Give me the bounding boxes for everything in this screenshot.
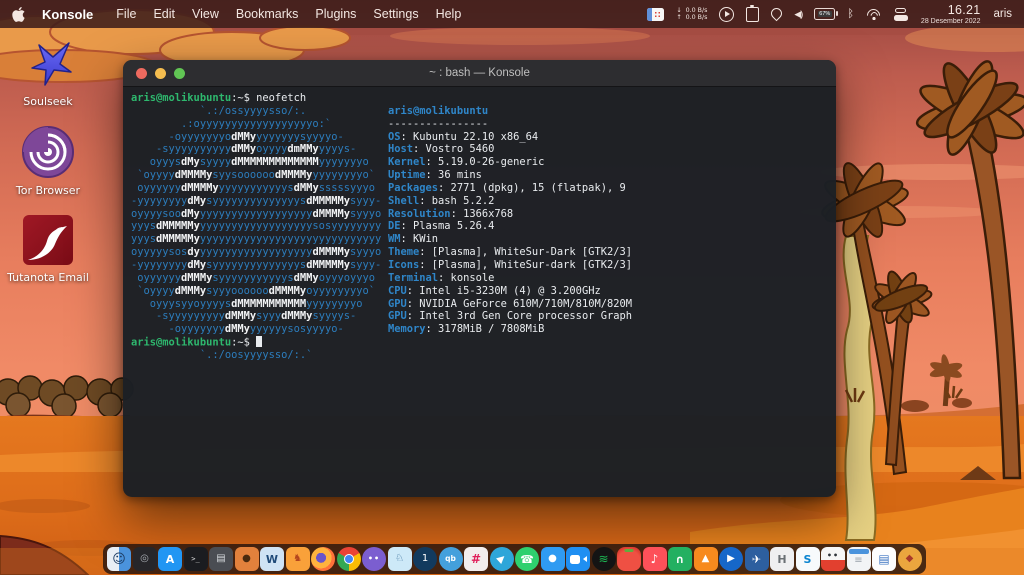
desktop-icons: Soulseek Tor Browser Tutanota Email — [6, 36, 90, 284]
menu-edit[interactable]: Edit — [153, 7, 175, 21]
neofetch-info: aris@molikubuntu----------------OS: Kubu… — [388, 105, 632, 336]
clipboard-icon[interactable] — [746, 7, 759, 22]
dock-terminal-app[interactable]: >_ — [184, 547, 208, 571]
dock-chrome[interactable] — [337, 547, 361, 571]
dock: ☺◎A>_▤●W♞••♘1qb#▶☎●≋♪∩▲▶✈HS••≡▤◆ — [103, 544, 926, 574]
dock-waterfox[interactable]: ♘ — [388, 547, 412, 571]
desktop-icon-tutanota[interactable]: Tutanota Email — [7, 214, 89, 284]
dock-otter-browser[interactable]: ● — [235, 547, 259, 571]
dock-disk-utility[interactable]: ▤ — [209, 547, 233, 571]
system-tray: ↓ 0.0 B/s↑ 0.0 B/s ◀) 67% ᛒ — [647, 7, 908, 22]
dock-handbrake[interactable]: H — [770, 547, 794, 571]
desktop-icon-label: Tor Browser — [16, 184, 80, 197]
dock-spotify[interactable]: ≋ — [592, 547, 616, 571]
app-name[interactable]: Konsole — [42, 7, 93, 22]
window-title: ~ : bash — Konsole — [429, 67, 530, 79]
dock-whatsapp[interactable]: ☎ — [515, 547, 539, 571]
menu-file[interactable]: File — [116, 7, 136, 21]
net-speed-icon[interactable]: ↓ 0.0 B/s↑ 0.0 B/s — [676, 7, 707, 22]
dock-skype[interactable]: S — [796, 547, 820, 571]
bluetooth-icon[interactable]: ᛒ — [847, 9, 854, 20]
dock-video-player[interactable]: ▶ — [719, 547, 743, 571]
dock-firefox[interactable] — [311, 547, 335, 571]
location-icon[interactable] — [769, 5, 785, 21]
menu-help[interactable]: Help — [436, 7, 462, 21]
dock-qbittorrent[interactable]: qb — [439, 547, 463, 571]
dock-brave[interactable]: ♞ — [286, 547, 310, 571]
desktop-icon-label: Soulseek — [23, 95, 72, 108]
dock-darktable[interactable]: ◎ — [133, 547, 157, 571]
terminal-cursor — [256, 336, 262, 347]
wifi-icon[interactable] — [866, 8, 882, 20]
desktop: Konsole File Edit View Bookmarks Plugins Sett… — [0, 0, 1024, 575]
menu-items: File Edit View Bookmarks Plugins Settings Help — [116, 7, 461, 21]
dock-text-editor[interactable]: ≡ — [847, 547, 871, 571]
dock-writer[interactable]: ▤ — [872, 547, 896, 571]
dock-librewolf[interactable]: W — [260, 547, 284, 571]
menu-view[interactable]: View — [192, 7, 219, 21]
konsole-window: ~ : bash — Konsole aris@molikubuntu:~$ n… — [123, 60, 836, 497]
clock-date: 28 Desember 2022 — [921, 18, 981, 25]
dock-headset-app[interactable]: ∩ — [668, 547, 692, 571]
clock[interactable]: 16.21 28 Desember 2022 — [921, 4, 981, 25]
apple-menu-icon[interactable] — [12, 7, 25, 22]
device-dock-icon[interactable] — [894, 8, 908, 21]
tutanota-icon — [22, 214, 74, 266]
traffic-lights — [136, 68, 185, 79]
tor-onion-icon — [21, 125, 75, 179]
terminal-content[interactable]: aris@molikubuntu:~$ neofetch `.:/ossyyyy… — [123, 87, 836, 497]
dock-jet-app[interactable]: ✈ — [745, 547, 769, 571]
dock-finder[interactable]: ☺ — [107, 547, 131, 571]
user-menu[interactable]: aris — [993, 8, 1012, 20]
soulseek-bird-icon — [22, 36, 74, 90]
dock-ghostwriter[interactable]: •• — [821, 547, 845, 571]
neofetch-ascii-art: aris@molikubuntu:~$ neofetch `.:/ossyyyy… — [131, 92, 381, 362]
menu-plugins[interactable]: Plugins — [315, 7, 356, 21]
volume-icon[interactable]: ◀) — [794, 9, 802, 20]
dock-app-store[interactable]: A — [158, 547, 182, 571]
desktop-icon-soulseek[interactable]: Soulseek — [22, 36, 74, 108]
dock-slack[interactable]: # — [464, 547, 488, 571]
dock-vlc[interactable]: ▲ — [694, 547, 718, 571]
dock-gem-app[interactable]: ◆ — [898, 547, 922, 571]
minimize-button[interactable] — [155, 68, 166, 79]
dock-strawberry[interactable] — [617, 547, 641, 571]
dock-facetime[interactable] — [566, 547, 590, 571]
battery-icon[interactable]: 67% — [814, 8, 835, 20]
menu-settings[interactable]: Settings — [373, 7, 418, 21]
window-titlebar[interactable]: ~ : bash — Konsole — [123, 60, 836, 87]
dock-gitkraken[interactable]: •• — [362, 547, 386, 571]
media-play-icon[interactable] — [719, 7, 734, 22]
maximize-button[interactable] — [174, 68, 185, 79]
desktop-icon-tor-browser[interactable]: Tor Browser — [16, 125, 80, 197]
calendar-icon[interactable] — [647, 8, 664, 21]
dock-telegram[interactable]: ▶ — [490, 547, 514, 571]
close-button[interactable] — [136, 68, 147, 79]
clock-time: 16.21 — [921, 4, 981, 17]
desktop-icon-label: Tutanota Email — [7, 271, 89, 284]
dock-messages[interactable]: ● — [541, 547, 565, 571]
dock-apple-music[interactable]: ♪ — [643, 547, 667, 571]
battery-level: 67% — [818, 11, 832, 18]
menu-bar: Konsole File Edit View Bookmarks Plugins Sett… — [0, 0, 1024, 28]
menu-bookmarks[interactable]: Bookmarks — [236, 7, 299, 21]
dock-1password[interactable]: 1 — [413, 547, 437, 571]
